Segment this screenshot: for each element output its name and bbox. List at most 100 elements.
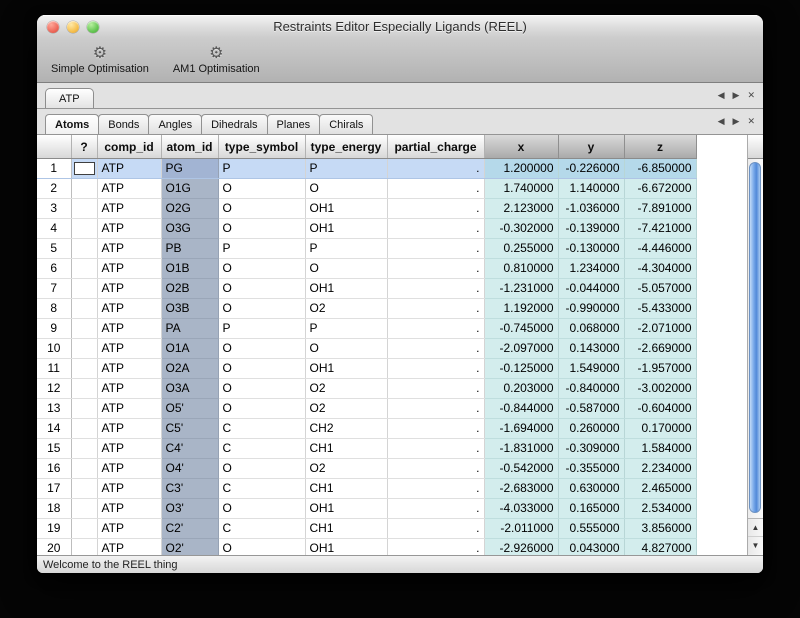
table-row[interactable]: 9ATPPAPP.-0.7450000.068000-2.071000 (37, 319, 696, 339)
cell-type-energy[interactable]: O (305, 179, 387, 199)
cell-type-symbol[interactable]: O (218, 399, 305, 419)
cell-flag[interactable] (71, 319, 97, 339)
cell-atom-id[interactable]: O2G (161, 199, 218, 219)
cell-flag[interactable] (71, 299, 97, 319)
cell-comp-id[interactable]: ATP (97, 399, 161, 419)
am1-optimisation-button[interactable]: ⚙ AM1 Optimisation (169, 43, 264, 77)
cell-partial-charge[interactable]: . (387, 319, 484, 339)
cell-type-symbol[interactable]: P (218, 159, 305, 179)
cell-flag[interactable] (71, 459, 97, 479)
cell-type-energy[interactable]: OH1 (305, 219, 387, 239)
row-number[interactable]: 14 (37, 419, 71, 439)
table-row[interactable]: 13ATPO5'OO2.-0.844000-0.587000-0.604000 (37, 399, 696, 419)
cell-type-energy[interactable]: OH1 (305, 279, 387, 299)
row-number[interactable]: 5 (37, 239, 71, 259)
table-row[interactable]: 16ATPO4'OO2.-0.542000-0.3550002.234000 (37, 459, 696, 479)
tab-scroll-right-icon[interactable]: ▶ (733, 90, 740, 101)
table-row[interactable]: 8ATPO3BOO2.1.192000-0.990000-5.433000 (37, 299, 696, 319)
cell-flag[interactable] (71, 359, 97, 379)
cell-x[interactable]: 0.255000 (484, 239, 558, 259)
table-row[interactable]: 18ATPO3'OOH1.-4.0330000.1650002.534000 (37, 499, 696, 519)
cell-atom-id[interactable]: C4' (161, 439, 218, 459)
cell-type-energy[interactable]: CH1 (305, 519, 387, 539)
cell-type-symbol[interactable]: O (218, 259, 305, 279)
cell-comp-id[interactable]: ATP (97, 499, 161, 519)
cell-type-energy[interactable]: O2 (305, 399, 387, 419)
col-header-y[interactable]: y (558, 135, 624, 159)
cell-type-energy[interactable]: CH1 (305, 479, 387, 499)
cell-atom-id[interactable]: O3B (161, 299, 218, 319)
cell-z[interactable]: 3.856000 (624, 519, 696, 539)
cell-partial-charge[interactable]: . (387, 399, 484, 419)
cell-type-symbol[interactable]: O (218, 359, 305, 379)
cell-comp-id[interactable]: ATP (97, 439, 161, 459)
cell-atom-id[interactable]: O2A (161, 359, 218, 379)
table-row[interactable]: 19ATPC2'CCH1.-2.0110000.5550003.856000 (37, 519, 696, 539)
table-row[interactable]: 1ATPPGPP.1.200000-0.226000-6.850000 (37, 159, 696, 179)
cell-atom-id[interactable]: C5' (161, 419, 218, 439)
row-number[interactable]: 18 (37, 499, 71, 519)
cell-y[interactable]: -0.044000 (558, 279, 624, 299)
cell-comp-id[interactable]: ATP (97, 459, 161, 479)
row-number[interactable]: 6 (37, 259, 71, 279)
scrollbar-thumb[interactable] (749, 162, 761, 513)
cell-x[interactable]: 0.810000 (484, 259, 558, 279)
cell-flag[interactable] (71, 279, 97, 299)
cell-comp-id[interactable]: ATP (97, 519, 161, 539)
cell-atom-id[interactable]: C3' (161, 479, 218, 499)
cell-z[interactable]: -4.304000 (624, 259, 696, 279)
cell-partial-charge[interactable]: . (387, 159, 484, 179)
cell-partial-charge[interactable]: . (387, 259, 484, 279)
row-number[interactable]: 17 (37, 479, 71, 499)
cell-z[interactable]: -5.057000 (624, 279, 696, 299)
tab-atoms[interactable]: Atoms (45, 114, 99, 134)
cell-partial-charge[interactable]: . (387, 219, 484, 239)
cell-comp-id[interactable]: ATP (97, 339, 161, 359)
cell-type-energy[interactable]: P (305, 239, 387, 259)
cell-flag[interactable] (71, 379, 97, 399)
cell-x[interactable]: -2.926000 (484, 539, 558, 556)
cell-atom-id[interactable]: O1G (161, 179, 218, 199)
cell-partial-charge[interactable]: . (387, 379, 484, 399)
cell-type-symbol[interactable]: C (218, 419, 305, 439)
cell-x[interactable]: -0.542000 (484, 459, 558, 479)
tab-angles[interactable]: Angles (148, 114, 202, 134)
titlebar[interactable]: Restraints Editor Especially Ligands (RE… (37, 15, 763, 38)
cell-comp-id[interactable]: ATP (97, 219, 161, 239)
cell-type-energy[interactable]: O2 (305, 299, 387, 319)
cell-z[interactable]: 2.234000 (624, 459, 696, 479)
cell-flag[interactable] (71, 419, 97, 439)
cell-x[interactable]: 0.203000 (484, 379, 558, 399)
cell-y[interactable]: -0.309000 (558, 439, 624, 459)
tab-atp[interactable]: ATP (45, 88, 94, 108)
row-number[interactable]: 1 (37, 159, 71, 179)
cell-type-symbol[interactable]: O (218, 499, 305, 519)
cell-y[interactable]: 0.260000 (558, 419, 624, 439)
cell-type-symbol[interactable]: O (218, 219, 305, 239)
cell-partial-charge[interactable]: . (387, 179, 484, 199)
cell-type-symbol[interactable]: O (218, 199, 305, 219)
cell-type-energy[interactable]: O2 (305, 379, 387, 399)
cell-z[interactable]: 0.170000 (624, 419, 696, 439)
cell-atom-id[interactable]: PA (161, 319, 218, 339)
cell-flag[interactable] (71, 179, 97, 199)
cell-type-energy[interactable]: P (305, 159, 387, 179)
cell-type-symbol[interactable]: O (218, 459, 305, 479)
row-number[interactable]: 7 (37, 279, 71, 299)
col-header-type-energy[interactable]: type_energy (305, 135, 387, 159)
cell-z[interactable]: -2.071000 (624, 319, 696, 339)
tab-dihedrals[interactable]: Dihedrals (201, 114, 267, 134)
cell-comp-id[interactable]: ATP (97, 279, 161, 299)
cell-atom-id[interactable]: C2' (161, 519, 218, 539)
row-number[interactable]: 12 (37, 379, 71, 399)
cell-y[interactable]: 1.549000 (558, 359, 624, 379)
cell-y[interactable]: -0.840000 (558, 379, 624, 399)
cell-comp-id[interactable]: ATP (97, 299, 161, 319)
col-header-z[interactable]: z (624, 135, 696, 159)
cell-type-energy[interactable]: O2 (305, 459, 387, 479)
row-number[interactable]: 8 (37, 299, 71, 319)
cell-comp-id[interactable]: ATP (97, 359, 161, 379)
row-number[interactable]: 4 (37, 219, 71, 239)
cell-x[interactable]: -0.844000 (484, 399, 558, 419)
table-row[interactable]: 11ATPO2AOOH1.-0.1250001.549000-1.957000 (37, 359, 696, 379)
